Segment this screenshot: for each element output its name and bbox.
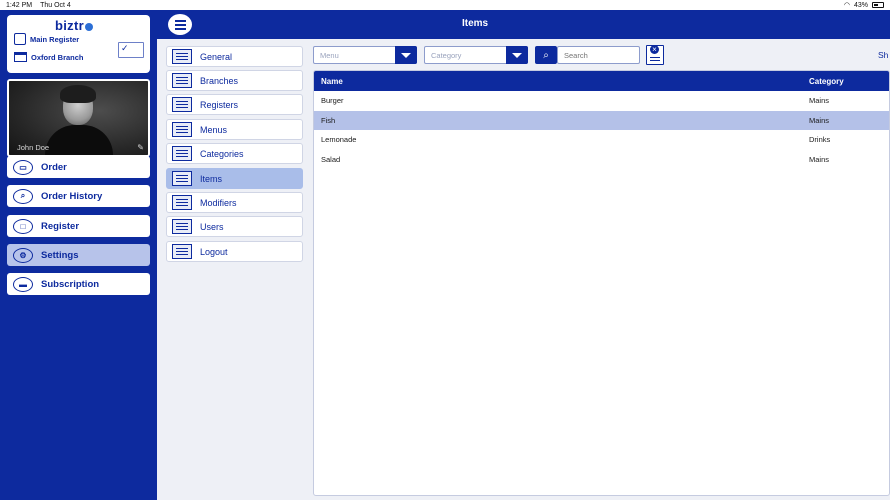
gear-icon: ⚙: [13, 247, 33, 263]
register-row: Main Register: [14, 33, 79, 45]
chevron-down-icon[interactable]: [506, 46, 528, 64]
settings-item-label: Menus: [200, 124, 228, 135]
branches-icon: [172, 73, 192, 88]
category-select-placeholder: Category: [431, 50, 462, 60]
chevron-down-icon[interactable]: [395, 46, 417, 64]
top-bar: Items: [157, 10, 890, 39]
items-table: Name Category Burger Mains Fish Mains Le…: [313, 70, 890, 496]
battery-icon: [872, 2, 884, 8]
cell-category: Mains: [809, 154, 830, 164]
settings-modifiers[interactable]: Modifiers: [166, 192, 303, 213]
menu-select[interactable]: Menu: [313, 46, 417, 64]
menu-select-placeholder: Menu: [320, 50, 339, 60]
register-icon: [14, 33, 26, 45]
column-header-category[interactable]: Category: [809, 77, 844, 86]
table-row[interactable]: Lemonade Drinks: [314, 130, 889, 150]
search-input[interactable]: [557, 46, 640, 64]
settings-item-label: Categories: [200, 148, 244, 159]
users-icon: [172, 219, 192, 234]
settings-item-label: Logout: [200, 246, 228, 257]
settings-items[interactable]: Items: [166, 168, 303, 189]
register-icon: □: [13, 218, 33, 234]
table-row[interactable]: Salad Mains: [314, 150, 889, 170]
user-name: John Doe: [17, 143, 50, 152]
app-root: 1:42 PM Thu Oct 4 ◠ 43% biztr Main Regis…: [0, 0, 890, 500]
show-label[interactable]: Sh: [878, 50, 888, 60]
status-time: 1:42 PM: [6, 1, 33, 9]
menus-icon: [172, 122, 192, 137]
categories-icon: [172, 146, 192, 161]
logo-badge-icon: [84, 22, 93, 31]
general-icon: [172, 49, 192, 64]
logo-text: biztr: [55, 18, 84, 33]
settings-categories[interactable]: Categories: [166, 143, 303, 164]
settings-item-label: Items: [200, 173, 223, 184]
branch-name: Oxford Branch: [31, 52, 84, 62]
table-row[interactable]: Burger Mains: [314, 91, 889, 111]
order-icon: ▭: [13, 159, 33, 175]
branch-row: Oxford Branch: [14, 52, 84, 62]
settings-item-label: Modifiers: [200, 197, 237, 208]
wifi-icon: ◠: [843, 2, 850, 9]
search-icon: ⌕: [543, 49, 549, 61]
register-name: Main Register: [30, 34, 80, 44]
register-card[interactable]: biztr Main Register Oxford Branch: [7, 15, 150, 73]
cell-category: Mains: [809, 115, 830, 125]
nav-register-button[interactable]: □ Register: [7, 215, 150, 237]
settings-branches[interactable]: Branches: [166, 70, 303, 91]
items-icon: [172, 171, 192, 186]
cell-name: Fish: [321, 115, 336, 125]
sidebar: biztr Main Register Oxford Branch John D…: [0, 10, 157, 500]
branch-icon: [14, 52, 27, 62]
nav-label: Register: [41, 220, 80, 232]
logout-icon: [172, 244, 192, 259]
nav-label: Order: [41, 161, 67, 173]
nav-label: Order History: [41, 190, 103, 202]
category-select[interactable]: Category: [424, 46, 528, 64]
card-icon: ▬: [13, 276, 33, 292]
settings-item-label: General: [200, 51, 233, 62]
status-date: Thu Oct 4: [40, 1, 71, 9]
cell-name: Lemonade: [321, 135, 357, 145]
nav-settings-button[interactable]: ⚙ Settings: [7, 244, 150, 266]
search-icon: ⌕: [13, 188, 33, 204]
table-row-selected[interactable]: Fish Mains: [314, 110, 889, 130]
clear-filter-icon[interactable]: [646, 45, 664, 65]
modifiers-icon: [172, 195, 192, 210]
nav-label: Subscription: [41, 278, 100, 290]
settings-logout[interactable]: Logout: [166, 241, 303, 262]
settings-general[interactable]: General: [166, 46, 303, 67]
registers-icon: [172, 97, 192, 112]
nav-order-button[interactable]: ▭ Order: [7, 156, 150, 178]
user-profile[interactable]: John Doe ✎: [7, 79, 150, 157]
settings-item-label: Branches: [200, 75, 239, 86]
settings-item-label: Users: [200, 221, 224, 232]
nav-order-history-button[interactable]: ⌕ Order History: [7, 185, 150, 207]
cell-name: Salad: [321, 154, 341, 164]
settings-registers[interactable]: Registers: [166, 94, 303, 115]
nav-subscription-button[interactable]: ▬ Subscription: [7, 273, 150, 295]
cell-category: Mains: [809, 96, 830, 106]
settings-users[interactable]: Users: [166, 216, 303, 237]
cell-name: Burger: [321, 96, 344, 106]
cell-category: Drinks: [809, 135, 831, 145]
profile-hair: [60, 85, 96, 103]
table-header: Name Category: [314, 71, 889, 91]
status-bar: 1:42 PM Thu Oct 4 ◠ 43%: [0, 0, 890, 10]
column-header-name[interactable]: Name: [321, 77, 343, 86]
settings-item-label: Registers: [200, 99, 239, 110]
page-title: Items: [462, 18, 489, 29]
logo: biztr: [55, 18, 93, 33]
edit-profile-icon[interactable]: ✎: [137, 143, 144, 152]
battery-percent: 43%: [853, 1, 868, 9]
register-switch-icon[interactable]: [118, 42, 144, 58]
settings-menus[interactable]: Menus: [166, 119, 303, 140]
nav-label: Settings: [41, 249, 79, 261]
search-button[interactable]: ⌕: [535, 46, 557, 64]
